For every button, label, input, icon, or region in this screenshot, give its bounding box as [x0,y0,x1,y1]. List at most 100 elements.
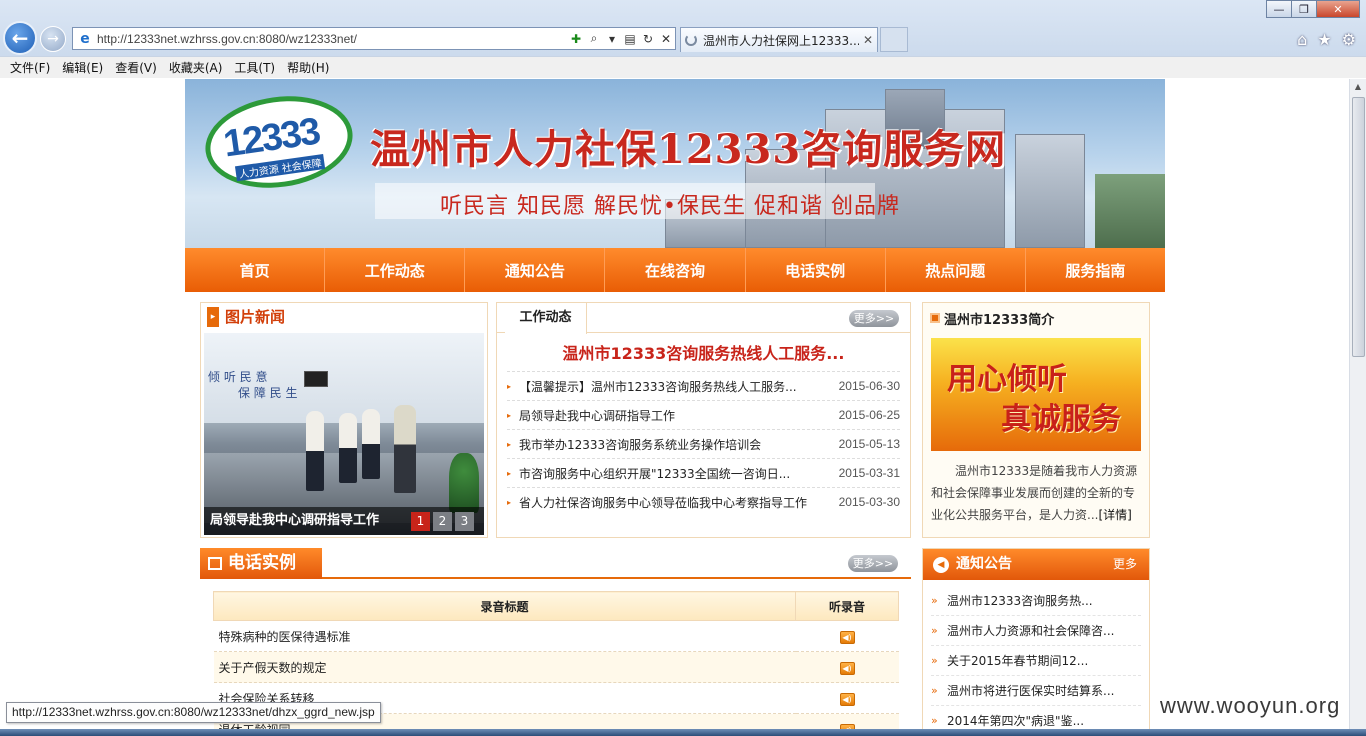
menu-view[interactable]: 查看(V) [109,59,163,76]
speaker-icon[interactable]: ◀) [839,630,855,644]
list-item[interactable]: » 关于2015年春节期间12... [931,646,1141,676]
table-row: 特殊病种的医保待遇标准 ◀) [213,620,899,652]
intro-details-link[interactable]: [详情] [1098,508,1131,522]
nav-notices[interactable]: 通知公告 [465,248,606,292]
record-title[interactable]: 关于产假天数的规定 [213,651,796,683]
compat-view-icon[interactable]: ▤ [621,32,639,46]
nav-home[interactable]: 首页 [185,248,326,292]
browser-tab[interactable]: 温州市人力社保网上12333... ✕ [680,27,878,52]
phone-cases-title: 电话实例 [228,553,296,573]
vertical-scrollbar[interactable]: ▲ [1349,79,1366,729]
banner-hills [1095,174,1165,248]
list-item[interactable]: » 温州市人力资源和社会保障咨... [931,616,1141,646]
photo-wall-line-2: 保 障 民 生 [238,386,298,400]
menu-bar: 文件(F) 编辑(E) 查看(V) 收藏夹(A) 工具(T) 帮助(H) [0,56,1366,78]
nav-service-guide[interactable]: 服务指南 [1026,248,1165,292]
speaker-icon[interactable]: ◀) [839,661,855,675]
list-item[interactable]: ▸ 局领导赴我中心调研指导工作 2015-06-25 [507,400,900,429]
list-item[interactable]: ▸ 市咨询服务中心组织开展"12333全国统一咨询日... 2015-03-31 [507,458,900,487]
work-item-title[interactable]: 【温馨提示】温州市12333咨询服务热线人工服务... [519,378,820,395]
photo-wall-text: 倾 听 民 意 保 障 民 生 [208,369,297,401]
close-window-icon[interactable]: ✕ [1316,0,1360,18]
list-item[interactable]: » 2014年第四次"病退"鉴... [931,706,1141,729]
intro-header: 温州市12333简介 [923,303,1149,333]
favorites-star-icon[interactable]: ★ [1317,30,1331,49]
work-item-title[interactable]: 我市举办12333咨询服务系统业务操作培训会 [519,436,820,453]
forward-arrow-icon[interactable]: → [40,26,66,52]
intro-title: 温州市12333简介 [944,312,1055,328]
nav-phone-cases[interactable]: 电话实例 [746,248,886,292]
stop-icon[interactable]: ✕ [657,32,675,46]
double-chevron-icon: » [931,684,938,697]
address-url[interactable]: http://12333net.wzhrss.gov.cn:8080/wz123… [97,32,567,46]
settings-gear-icon[interactable]: ⚙ [1342,30,1356,49]
phone-more-button[interactable]: 更多>> [848,555,898,572]
work-item-date: 2015-03-30 [838,495,900,509]
notice-item-title[interactable]: 温州市将进行医保实时结算系... [947,682,1114,699]
work-more-button[interactable]: 更多>> [849,310,899,327]
work-item-title[interactable]: 局领导赴我中心调研指导工作 [519,407,820,424]
work-news-header: 工作动态 更多>> [497,303,910,334]
list-item[interactable]: » 温州市将进行医保实时结算系... [931,676,1141,706]
banner-building [1015,134,1085,248]
scroll-thumb[interactable] [1352,97,1365,357]
home-icon[interactable]: ⌂ [1297,30,1307,49]
tab-work-news[interactable]: 工作动态 [505,303,587,334]
site-container: 12333 人力资源 社会保障 温州市人力社保12333咨询服务网 听民言 知民… [185,79,1165,729]
menu-file[interactable]: 文件(F) [4,59,56,76]
nav-online-consult[interactable]: 在线咨询 [605,248,746,292]
notice-more-link[interactable]: 更多 [1113,549,1137,580]
menu-favorites[interactable]: 收藏夹(A) [163,59,229,76]
site-banner: 12333 人力资源 社会保障 温州市人力社保12333咨询服务网 听民言 知民… [185,79,1165,248]
intro-image-line-1: 用心倾听 [947,362,1067,397]
minimize-icon[interactable]: — [1266,0,1292,18]
scroll-up-icon[interactable]: ▲ [1350,79,1366,95]
maximize-icon[interactable]: ❐ [1291,0,1317,18]
list-item[interactable]: ▸ 【温馨提示】温州市12333咨询服务热线人工服务... 2015-06-30 [507,371,900,400]
speaker-icon[interactable]: ◀) [839,692,855,706]
menu-tools[interactable]: 工具(T) [228,59,281,76]
pager-page-2[interactable]: 2 [433,512,452,531]
record-title[interactable]: 特殊病种的医保待遇标准 [213,620,796,652]
nav-work-news[interactable]: 工作动态 [325,248,466,292]
double-chevron-icon: » [931,624,938,637]
browser-chrome: — ❐ ✕ ← → e http://12333net.wzhrss.gov.c… [0,0,1366,78]
new-tab-button[interactable] [880,27,908,52]
work-headline[interactable]: 温州市12333咨询服务热线人工服务... [497,340,910,364]
dropdown-icon[interactable]: ▾ [603,32,621,46]
intro-banner-image[interactable]: 用心倾听 真诚服务 [931,338,1141,451]
search-icon[interactable]: ⌕ [585,31,603,46]
work-item-title[interactable]: 市咨询服务中心组织开展"12333全国统一咨询日... [519,465,820,482]
site-title: 温州市人力社保12333咨询服务网 [370,126,1007,173]
list-item[interactable]: ▸ 我市举办12333咨询服务系统业务操作培训会 2015-05-13 [507,429,900,458]
address-bar[interactable]: e http://12333net.wzhrss.gov.cn:8080/wz1… [72,27,676,50]
notice-header: ◀ 通知公告 更多 [923,549,1149,580]
double-chevron-icon: » [931,594,938,607]
tab-title: 温州市人力社保网上12333... [703,33,859,48]
play-cell: ◀) [795,713,899,729]
notice-item-title[interactable]: 2014年第四次"病退"鉴... [947,712,1084,729]
menu-edit[interactable]: 编辑(E) [56,59,109,76]
compatibility-icon[interactable]: ✚ [567,32,585,46]
close-tab-icon[interactable]: ✕ [863,33,873,47]
play-cell: ◀) [795,651,899,683]
bullet-icon: ▸ [507,497,512,507]
news-photo[interactable]: 倾 听 民 意 保 障 民 生 局领导赴我中心调研指导工作 1 2 3 [204,333,484,535]
notice-item-title[interactable]: 温州市人力资源和社会保障咨... [947,622,1114,639]
menu-help[interactable]: 帮助(H) [281,59,335,76]
notice-list: » 温州市12333咨询服务热... » 温州市人力资源和社会保障咨... » 关于2… [923,580,1149,729]
notice-title: 通知公告 [956,556,1012,572]
list-item[interactable]: » 温州市12333咨询服务热... [931,586,1141,616]
notice-item-title[interactable]: 温州市12333咨询服务热... [947,592,1093,609]
double-chevron-icon: » [931,714,938,727]
photo-plant [449,453,479,513]
pager-page-1[interactable]: 1 [411,512,430,531]
nav-hot-issues[interactable]: 热点问题 [886,248,1026,292]
work-item-title[interactable]: 省人力社保咨询服务中心领导莅临我中心考察指导工作 [519,494,820,511]
list-item[interactable]: ▸ 省人力社保咨询服务中心领导莅临我中心考察指导工作 2015-03-30 [507,487,900,516]
notice-item-title[interactable]: 关于2015年春节期间12... [947,652,1088,669]
refresh-icon[interactable]: ↻ [639,32,657,46]
back-arrow-icon[interactable]: ← [3,21,37,55]
site-logo[interactable]: 12333 人力资源 社会保障 [199,87,359,197]
pager-page-3[interactable]: 3 [455,512,474,531]
